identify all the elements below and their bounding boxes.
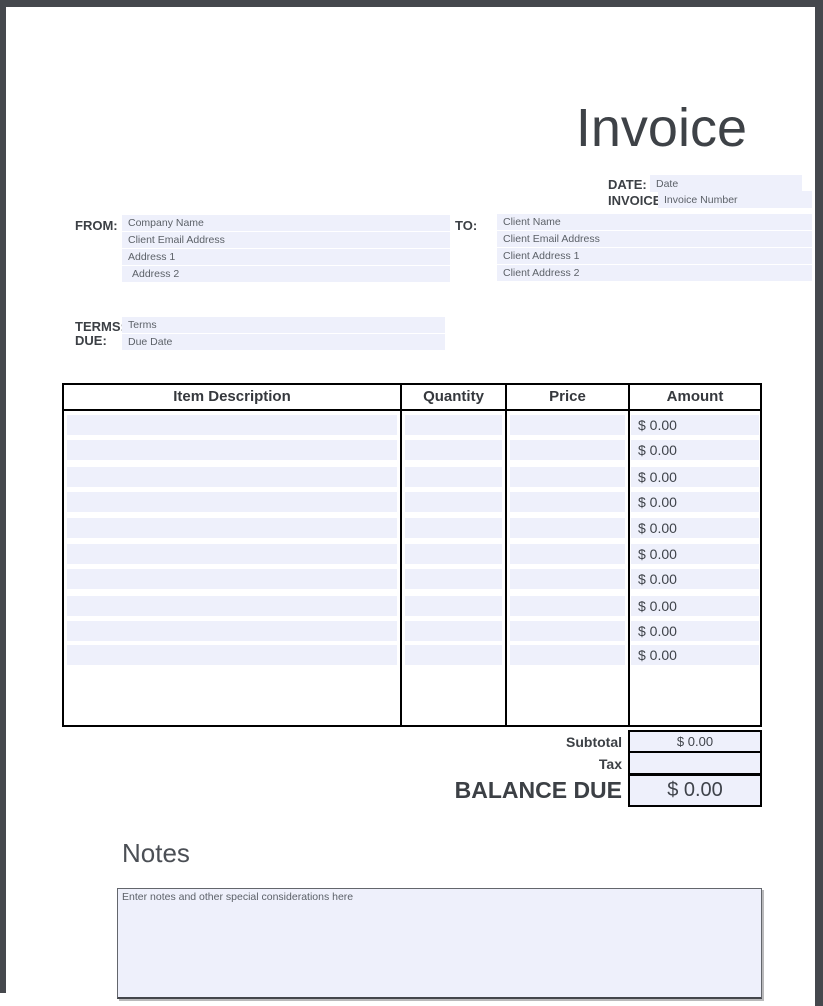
table-row: $ 0.00 bbox=[64, 645, 760, 665]
date-input[interactable] bbox=[650, 175, 802, 192]
quantity-field[interactable] bbox=[405, 544, 502, 564]
item-description-field[interactable] bbox=[67, 467, 397, 487]
item-description-field[interactable] bbox=[67, 492, 397, 512]
quantity-field[interactable] bbox=[405, 440, 502, 460]
items-table-body: $ 0.00 $ 0.00 $ 0.00 $ 0.00 bbox=[64, 411, 760, 725]
price-field[interactable] bbox=[510, 415, 625, 435]
viewer-frame-top bbox=[0, 0, 823, 7]
due-date-input[interactable] bbox=[122, 334, 445, 350]
quantity-field[interactable] bbox=[405, 415, 502, 435]
terms-label: TERMS: bbox=[75, 319, 125, 334]
from-address1-input[interactable] bbox=[122, 249, 450, 265]
subtotal-value: $ 0.00 bbox=[628, 730, 762, 753]
tax-label: Tax bbox=[380, 753, 622, 775]
amount-field[interactable]: $ 0.00 bbox=[631, 467, 759, 487]
viewer-frame-left bbox=[0, 7, 6, 993]
subtotal-label: Subtotal bbox=[380, 731, 622, 753]
amount-field[interactable]: $ 0.00 bbox=[631, 492, 759, 512]
item-description-field[interactable] bbox=[67, 544, 397, 564]
price-field[interactable] bbox=[510, 544, 625, 564]
table-row: $ 0.00 bbox=[64, 621, 760, 641]
table-row: $ 0.00 bbox=[64, 467, 760, 487]
table-row: $ 0.00 bbox=[64, 544, 760, 564]
amount-field[interactable]: $ 0.00 bbox=[631, 596, 759, 616]
item-description-field[interactable] bbox=[67, 518, 397, 538]
price-field[interactable] bbox=[510, 467, 625, 487]
item-description-field[interactable] bbox=[67, 621, 397, 641]
item-description-field[interactable] bbox=[67, 415, 397, 435]
quantity-field[interactable] bbox=[405, 569, 502, 589]
invoice-number-label: INVOICE bbox=[608, 193, 661, 208]
notes-textarea[interactable] bbox=[117, 888, 762, 999]
invoice-number-input[interactable] bbox=[658, 191, 812, 208]
items-table-header: Item Description Quantity Price Amount bbox=[64, 385, 760, 411]
table-row: $ 0.00 bbox=[64, 415, 760, 435]
amount-field[interactable]: $ 0.00 bbox=[631, 645, 759, 665]
amount-field[interactable]: $ 0.00 bbox=[631, 415, 759, 435]
quantity-field[interactable] bbox=[405, 645, 502, 665]
notes-heading: Notes bbox=[122, 838, 190, 869]
item-description-field[interactable] bbox=[67, 440, 397, 460]
item-description-field[interactable] bbox=[67, 569, 397, 589]
quantity-field[interactable] bbox=[405, 467, 502, 487]
date-label: DATE: bbox=[608, 177, 647, 192]
amount-field[interactable]: $ 0.00 bbox=[631, 440, 759, 460]
to-email-input[interactable] bbox=[497, 231, 812, 247]
amount-field[interactable]: $ 0.00 bbox=[631, 569, 759, 589]
header-item-description: Item Description bbox=[64, 385, 402, 409]
item-description-field[interactable] bbox=[67, 596, 397, 616]
item-description-field[interactable] bbox=[67, 645, 397, 665]
price-field[interactable] bbox=[510, 440, 625, 460]
from-company-name-input[interactable] bbox=[122, 215, 450, 231]
tax-field[interactable] bbox=[628, 751, 762, 775]
page-title: Invoice bbox=[576, 97, 747, 159]
amount-field[interactable]: $ 0.00 bbox=[631, 544, 759, 564]
amount-field[interactable]: $ 0.00 bbox=[631, 518, 759, 538]
quantity-field[interactable] bbox=[405, 518, 502, 538]
amount-field[interactable]: $ 0.00 bbox=[631, 621, 759, 641]
price-field[interactable] bbox=[510, 518, 625, 538]
to-label: TO: bbox=[455, 218, 477, 233]
from-email-input[interactable] bbox=[122, 232, 450, 248]
header-price: Price bbox=[507, 385, 630, 409]
due-label: DUE: bbox=[75, 333, 107, 348]
header-quantity: Quantity bbox=[402, 385, 507, 409]
table-row: $ 0.00 bbox=[64, 492, 760, 512]
table-row: $ 0.00 bbox=[64, 518, 760, 538]
price-field[interactable] bbox=[510, 645, 625, 665]
price-field[interactable] bbox=[510, 492, 625, 512]
from-address2-input[interactable] bbox=[122, 266, 450, 282]
price-field[interactable] bbox=[510, 569, 625, 589]
price-field[interactable] bbox=[510, 596, 625, 616]
quantity-field[interactable] bbox=[405, 621, 502, 641]
viewer-frame-right bbox=[815, 0, 823, 1006]
table-row: $ 0.00 bbox=[64, 440, 760, 460]
from-label: FROM: bbox=[75, 218, 118, 233]
balance-due-value: $ 0.00 bbox=[628, 774, 762, 807]
balance-due-label: BALANCE DUE bbox=[330, 775, 622, 806]
to-address2-input[interactable] bbox=[497, 265, 812, 281]
header-amount: Amount bbox=[630, 385, 760, 409]
items-table: Item Description Quantity Price Amount $… bbox=[62, 383, 762, 727]
quantity-field[interactable] bbox=[405, 596, 502, 616]
table-row: $ 0.00 bbox=[64, 596, 760, 616]
quantity-field[interactable] bbox=[405, 492, 502, 512]
terms-input[interactable] bbox=[122, 317, 445, 333]
price-field[interactable] bbox=[510, 621, 625, 641]
table-row: $ 0.00 bbox=[64, 569, 760, 589]
to-address1-input[interactable] bbox=[497, 248, 812, 264]
to-client-name-input[interactable] bbox=[497, 214, 812, 230]
